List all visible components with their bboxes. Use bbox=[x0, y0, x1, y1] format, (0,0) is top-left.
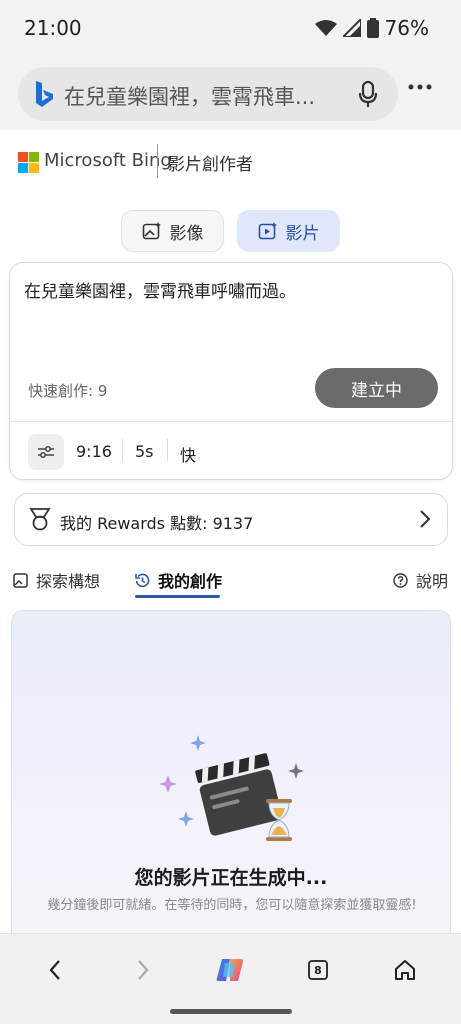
prompt-input[interactable]: 在兒童樂園裡，雲霄飛車呼嘯而過。 bbox=[24, 277, 296, 302]
help-icon bbox=[393, 572, 408, 588]
sliders-icon bbox=[38, 446, 54, 458]
prompt-card: 在兒童樂園裡，雲霄飛車呼嘯而過。 快速創作: 9 建立中 9:16 5s 快 bbox=[9, 262, 453, 480]
tab-count-icon: 8 bbox=[308, 960, 328, 980]
option-separator bbox=[167, 439, 168, 461]
rewards-banner[interactable]: 我的 Rewards 點數: 9137 bbox=[14, 493, 448, 546]
copilot-icon bbox=[216, 959, 244, 981]
duration-option[interactable]: 5s bbox=[135, 442, 154, 461]
back-button[interactable] bbox=[37, 952, 73, 988]
image-sparkle-icon bbox=[142, 222, 161, 240]
more-options-icon[interactable] bbox=[408, 84, 432, 90]
product-name: 影片創作者 bbox=[168, 155, 253, 175]
help-label: 說明 bbox=[416, 572, 449, 591]
tabs-button[interactable]: 8 bbox=[300, 952, 336, 988]
gesture-bar bbox=[170, 1009, 292, 1014]
medal-icon bbox=[29, 508, 51, 531]
wifi-icon bbox=[314, 20, 337, 36]
address-bar[interactable]: 在兒童樂園裡，雲霄飛車... bbox=[18, 67, 398, 121]
page-header: Microsoft Bing 影片創作者 bbox=[0, 130, 461, 194]
bing-logo-icon bbox=[36, 81, 53, 107]
mode-video-button[interactable]: 影片 bbox=[237, 210, 340, 252]
generation-title: 您的影片正在生成中... bbox=[134, 867, 328, 889]
chevron-left-icon bbox=[49, 960, 60, 980]
settings-button[interactable] bbox=[28, 434, 64, 470]
help-link[interactable]: 說明 bbox=[393, 568, 448, 592]
header-divider bbox=[157, 144, 158, 178]
create-button[interactable]: 建立中 bbox=[315, 368, 438, 408]
quick-create-count: 快速創作: 9 bbox=[28, 382, 108, 400]
rewards-points: 我的 Rewards 點數: 9137 bbox=[60, 514, 254, 533]
microphone-icon[interactable] bbox=[358, 80, 378, 108]
clapperboard-hourglass-illustration bbox=[159, 735, 304, 841]
tab-my-creations-label: 我的創作 bbox=[158, 572, 223, 591]
tab-explore[interactable]: 探索構想 bbox=[13, 568, 100, 592]
video-sparkle-icon bbox=[258, 222, 277, 240]
microsoft-logo-icon bbox=[18, 152, 39, 173]
chevron-right-icon bbox=[138, 960, 149, 980]
copilot-button[interactable] bbox=[212, 952, 248, 988]
url-text: 在兒童樂園裡，雲霄飛車... bbox=[64, 85, 316, 109]
browser-toolbar: 在兒童樂園裡，雲霄飛車... bbox=[0, 56, 461, 130]
generation-subtitle: 幾分鐘後即可就緒。在等待的同時，您可以隨意探索並獲取靈感! bbox=[47, 898, 417, 913]
option-separator bbox=[122, 439, 123, 461]
mode-video-label: 影片 bbox=[285, 223, 320, 244]
speed-option[interactable]: 快 bbox=[180, 442, 196, 466]
aspect-ratio-option[interactable]: 9:16 bbox=[76, 442, 112, 461]
history-icon bbox=[135, 573, 150, 587]
home-button[interactable] bbox=[387, 952, 423, 988]
tab-my-creations[interactable]: 我的創作 bbox=[135, 568, 222, 592]
image-icon bbox=[13, 572, 28, 588]
status-time: 21:00 bbox=[24, 16, 82, 40]
status-icons: 76% bbox=[314, 16, 429, 40]
tab-explore-label: 探索構想 bbox=[36, 572, 101, 591]
active-tab-indicator bbox=[135, 595, 220, 598]
generation-status-card: 您的影片正在生成中... 幾分鐘後即可就緒。在等待的同時，您可以隨意探索並獲取靈… bbox=[11, 610, 451, 970]
home-icon bbox=[395, 960, 415, 980]
content-tabs: 探索構想 我的創作 說明 bbox=[0, 560, 461, 602]
card-divider bbox=[10, 421, 452, 422]
battery-icon bbox=[366, 18, 379, 38]
forward-button[interactable] bbox=[125, 952, 161, 988]
brand-name[interactable]: Microsoft Bing bbox=[44, 150, 172, 171]
status-bar: 21:00 76% bbox=[0, 0, 461, 56]
battery-percent: 76% bbox=[384, 16, 429, 40]
chevron-right-icon bbox=[420, 510, 431, 528]
mode-image-label: 影像 bbox=[169, 223, 204, 244]
mode-image-button[interactable]: 影像 bbox=[121, 210, 224, 252]
bottom-navigation: 8 bbox=[0, 933, 461, 1024]
cell-signal-icon bbox=[342, 19, 361, 37]
